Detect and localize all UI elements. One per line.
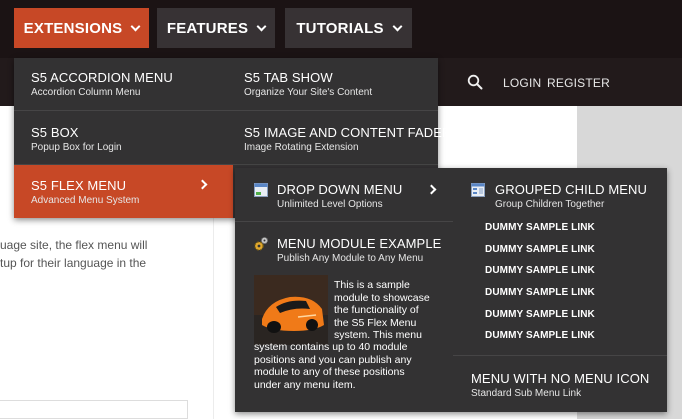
- menu-item-subtitle: Popup Box for Login: [31, 142, 122, 153]
- dummy-link[interactable]: DUMMY SAMPLE LINK: [485, 265, 595, 276]
- menu-item-subtitle: Standard Sub Menu Link: [471, 388, 582, 399]
- content-line: uage site, the flex menu will: [0, 238, 148, 252]
- menu-item-subtitle: Advanced Menu System: [31, 195, 140, 206]
- menu-item-title: S5 IMAGE AND CONTENT FADER: [244, 125, 452, 140]
- menu-item-subtitle: Image Rotating Extension: [244, 142, 359, 153]
- nav-label: FEATURES: [166, 19, 249, 37]
- module-text-line: system contains up to 40 module: [254, 341, 408, 353]
- login-link[interactable]: LOGIN: [503, 76, 541, 90]
- menu-item-drop-down[interactable]: DROP DOWN MENU Unlimited Level Options: [277, 182, 402, 211]
- register-link[interactable]: REGISTER: [547, 76, 610, 90]
- menu-item-title: DROP DOWN MENU: [277, 182, 403, 197]
- nav-features[interactable]: FEATURES: [157, 8, 275, 48]
- menu-item-title: MENU WITH NO MENU ICON: [471, 371, 650, 386]
- chevron-down-icon: [130, 21, 141, 31]
- window-icon: [254, 183, 268, 197]
- divider: [235, 221, 453, 222]
- module-text-line: This is a sample: [334, 279, 410, 291]
- menu-item-subtitle: Publish Any Module to Any Menu: [277, 253, 424, 264]
- module-text-line: positions and you can publish any: [254, 353, 412, 366]
- dummy-link[interactable]: DUMMY SAMPLE LINK: [485, 222, 595, 233]
- divider: [453, 355, 667, 356]
- dummy-link[interactable]: DUMMY SAMPLE LINK: [485, 330, 595, 341]
- module-text-line: the S5 Flex Menu: [334, 316, 417, 329]
- nav-tutorials[interactable]: TUTORIALS: [285, 8, 412, 48]
- module-text-line: module to any of these positions: [254, 366, 405, 378]
- menu-item-module-example[interactable]: MENU MODULE EXAMPLE Publish Any Module t…: [277, 236, 441, 265]
- module-description-continued: system contains up to 40 module position…: [254, 341, 449, 391]
- module-text-line: the functionality of: [334, 304, 419, 316]
- chevron-down-icon: [256, 21, 267, 31]
- menu-item-title: S5 BOX: [31, 125, 79, 140]
- menu-item-subtitle: Organize Your Site's Content: [244, 87, 373, 98]
- module-text-line: module to showcase: [334, 291, 430, 304]
- module-description: This is a sample module to showcase the …: [334, 279, 446, 342]
- menu-item-subtitle: Group Children Together: [495, 199, 605, 210]
- search-icon[interactable]: [467, 74, 483, 90]
- menu-item-subtitle: Unlimited Level Options: [277, 199, 383, 210]
- menu-item-subtitle: Accordion Column Menu: [31, 87, 141, 98]
- menu-item-image-fader[interactable]: S5 IMAGE AND CONTENT FADER Image Rotatin…: [244, 125, 452, 154]
- divider: [14, 110, 438, 111]
- content-line: tup for their language in the: [0, 256, 147, 270]
- menu-item-grouped[interactable]: GROUPED CHILD MENU Group Children Togeth…: [495, 182, 647, 211]
- dummy-link[interactable]: DUMMY SAMPLE LINK: [485, 244, 595, 255]
- car-image: [254, 275, 328, 345]
- module-text-line: under any menu item.: [254, 378, 356, 391]
- menu-item-no-icon[interactable]: MENU WITH NO MENU ICON Standard Sub Menu…: [471, 371, 649, 400]
- menu-item-title: S5 TAB SHOW: [244, 70, 333, 85]
- gears-icon: [254, 237, 268, 251]
- module-text-line: system. This menu: [334, 329, 422, 341]
- chevron-down-icon: [392, 21, 403, 31]
- dummy-link[interactable]: DUMMY SAMPLE LINK: [485, 309, 595, 320]
- menu-item-tab-show[interactable]: S5 TAB SHOW Organize Your Site's Content: [244, 70, 372, 99]
- menu-item-title: S5 ACCORDION MENU: [31, 70, 173, 85]
- dummy-link[interactable]: DUMMY SAMPLE LINK: [485, 287, 595, 298]
- content-box: [0, 400, 188, 419]
- nav-label: EXTENSIONS: [23, 19, 123, 37]
- nav-extensions[interactable]: EXTENSIONS: [14, 8, 149, 48]
- menu-item-flex-menu[interactable]: S5 FLEX MENU Advanced Menu System: [14, 165, 233, 218]
- menu-item-title: GROUPED CHILD MENU: [495, 182, 648, 197]
- nav-label: TUTORIALS: [296, 19, 384, 37]
- menu-item-accordion[interactable]: S5 ACCORDION MENU Accordion Column Menu: [31, 70, 173, 99]
- menu-item-box[interactable]: S5 BOX Popup Box for Login: [31, 125, 122, 154]
- menu-item-title: MENU MODULE EXAMPLE: [277, 236, 442, 251]
- content-text: uage site, the flex menu will tup for th…: [0, 236, 240, 272]
- grid-icon: [471, 183, 485, 197]
